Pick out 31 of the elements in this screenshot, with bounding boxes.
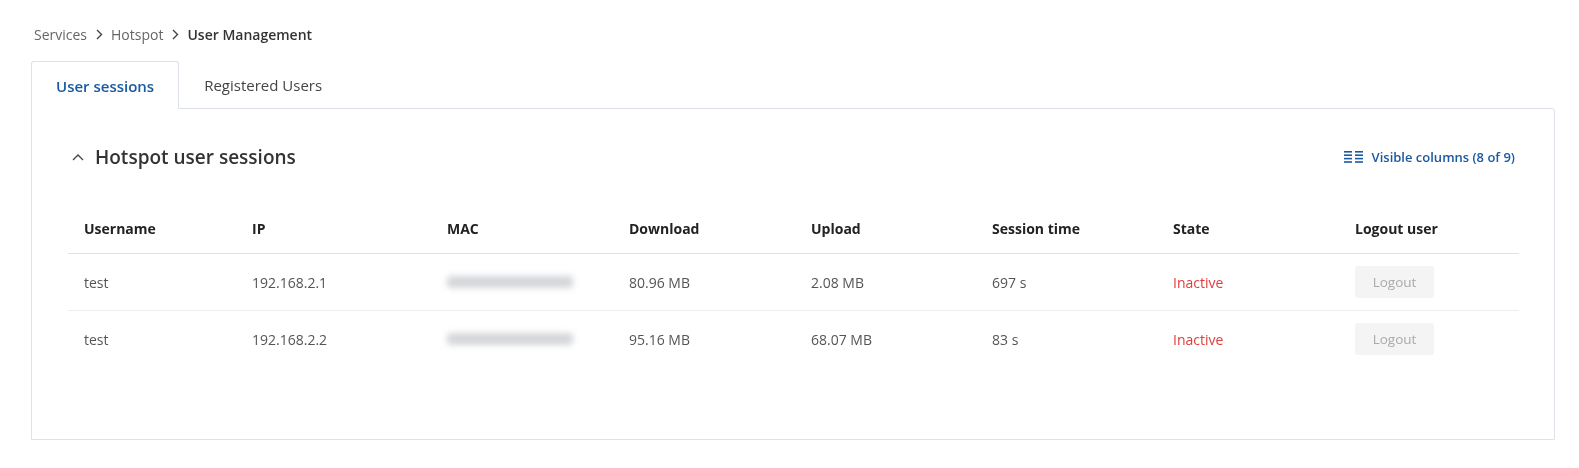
tab[interactable]: User sessions [31,61,180,109]
breadcrumb-item[interactable]: Hotspot [111,24,164,44]
column-header: MAC [431,203,613,254]
tab[interactable]: Registered Users [179,61,348,108]
chevron-right-icon [95,28,104,40]
column-header: Session time [976,203,1157,254]
column-header: Logout user [1339,203,1519,254]
table-cell: 192.168.2.2 [252,329,328,349]
table-cell: test [84,329,109,349]
table-cell: 83 s [992,329,1019,349]
table-cell: test [84,272,109,292]
status-text: Inactive [1173,329,1224,349]
breadcrumb-item: User Management [187,24,313,44]
table-cell: 697 s [992,272,1027,292]
column-header: Download [613,203,795,254]
column-header: Upload [795,203,976,254]
column-header: Username [68,203,236,254]
section-title: Hotspot user sessions [95,144,296,170]
column-header: IP [236,203,431,254]
table-cell: 95.16 MB [629,329,690,349]
table-cell: 68.07 MB [811,329,872,349]
column-header: State [1157,203,1339,254]
status-text: Inactive [1173,272,1224,292]
visible-columns-link[interactable]: Visible columns (8 of 9) [1343,148,1515,166]
caret-up-icon[interactable] [72,153,84,161]
breadcrumb-item[interactable]: Services [34,24,88,44]
chevron-right-icon [171,28,180,40]
table-cell: 2.08 MB [811,272,864,292]
table-cell: 80.96 MB [629,272,690,292]
table-cell: 192.168.2.1 [252,272,328,292]
columns-icon [1343,151,1364,163]
